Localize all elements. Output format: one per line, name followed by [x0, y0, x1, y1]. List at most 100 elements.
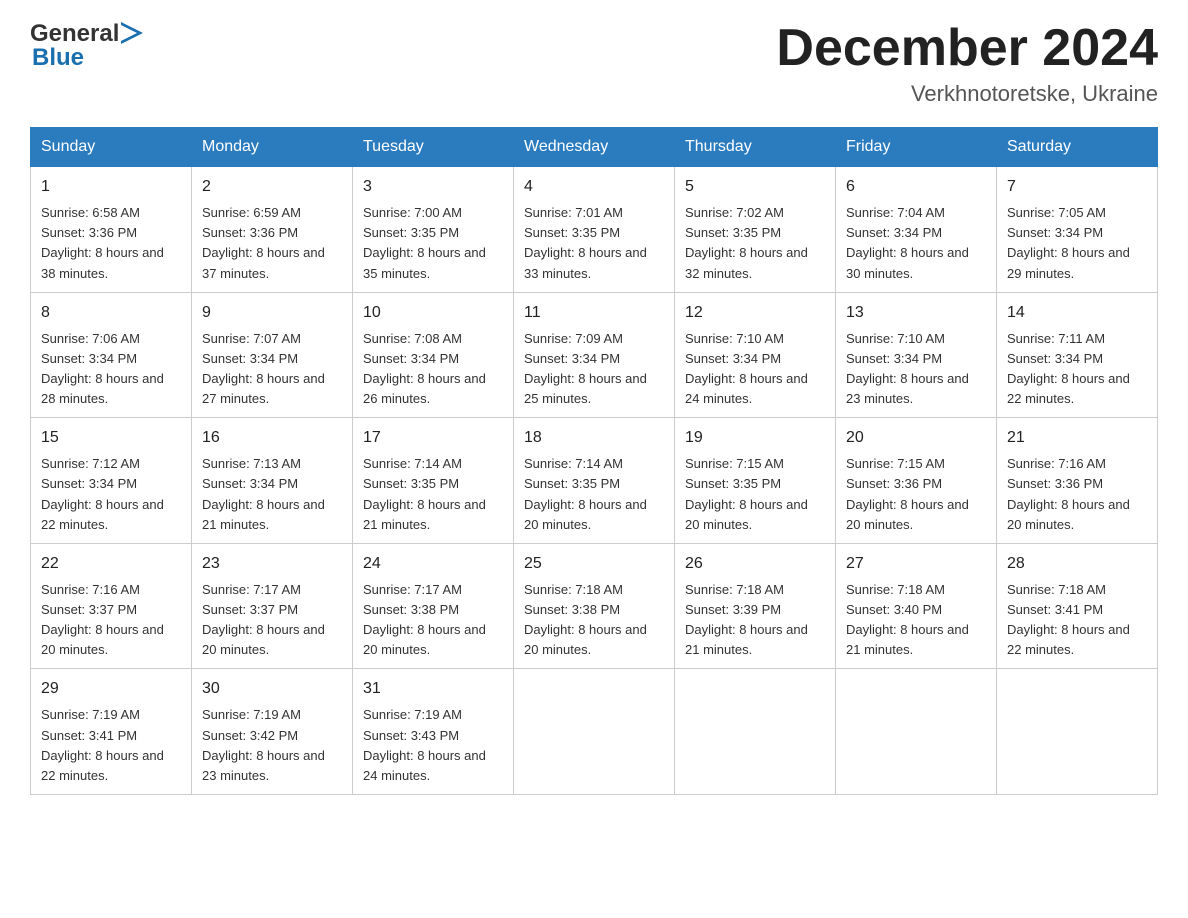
table-row: 14 Sunrise: 7:11 AMSunset: 3:34 PMDayligh… [997, 292, 1158, 418]
day-number: 13 [846, 301, 986, 325]
day-number: 24 [363, 552, 503, 576]
day-info: Sunrise: 6:59 AMSunset: 3:36 PMDaylight:… [202, 205, 325, 280]
day-info: Sunrise: 7:18 AMSunset: 3:41 PMDaylight:… [1007, 582, 1130, 657]
table-row: 2 Sunrise: 6:59 AMSunset: 3:36 PMDaylight… [192, 167, 353, 293]
table-row: 20 Sunrise: 7:15 AMSunset: 3:36 PMDayligh… [836, 418, 997, 544]
col-friday: Friday [836, 128, 997, 167]
day-number: 23 [202, 552, 342, 576]
day-number: 10 [363, 301, 503, 325]
day-number: 27 [846, 552, 986, 576]
day-info: Sunrise: 7:18 AMSunset: 3:40 PMDaylight:… [846, 582, 969, 657]
table-row: 6 Sunrise: 7:04 AMSunset: 3:34 PMDaylight… [836, 167, 997, 293]
day-number: 22 [41, 552, 181, 576]
table-row: 22 Sunrise: 7:16 AMSunset: 3:37 PMDayligh… [31, 543, 192, 669]
calendar-week-row: 29 Sunrise: 7:19 AMSunset: 3:41 PMDayligh… [31, 669, 1158, 795]
day-info: Sunrise: 7:19 AMSunset: 3:42 PMDaylight:… [202, 707, 325, 782]
logo-blue-text: Blue [32, 44, 84, 72]
day-number: 14 [1007, 301, 1147, 325]
day-info: Sunrise: 7:09 AMSunset: 3:34 PMDaylight:… [524, 331, 647, 406]
day-number: 20 [846, 426, 986, 450]
day-number: 3 [363, 175, 503, 199]
table-row: 29 Sunrise: 7:19 AMSunset: 3:41 PMDayligh… [31, 669, 192, 795]
day-info: Sunrise: 7:13 AMSunset: 3:34 PMDaylight:… [202, 456, 325, 531]
day-info: Sunrise: 7:17 AMSunset: 3:38 PMDaylight:… [363, 582, 486, 657]
day-info: Sunrise: 7:14 AMSunset: 3:35 PMDaylight:… [524, 456, 647, 531]
day-info: Sunrise: 7:00 AMSunset: 3:35 PMDaylight:… [363, 205, 486, 280]
table-row: 7Sunrise: 7:05 AMSunset: 3:34 PMDaylight… [997, 167, 1158, 293]
day-info: Sunrise: 7:16 AMSunset: 3:36 PMDaylight:… [1007, 456, 1130, 531]
day-number: 19 [685, 426, 825, 450]
calendar-week-row: 15 Sunrise: 7:12 AMSunset: 3:34 PMDayligh… [31, 418, 1158, 544]
day-info: Sunrise: 7:10 AMSunset: 3:34 PMDaylight:… [846, 331, 969, 406]
table-row: 16 Sunrise: 7:13 AMSunset: 3:34 PMDayligh… [192, 418, 353, 544]
calendar-table: Sunday Monday Tuesday Wednesday Thursday… [30, 127, 1158, 795]
day-number: 2 [202, 175, 342, 199]
day-info: Sunrise: 7:06 AMSunset: 3:34 PMDaylight:… [41, 331, 164, 406]
day-number: 21 [1007, 426, 1147, 450]
day-info: Sunrise: 7:19 AMSunset: 3:41 PMDaylight:… [41, 707, 164, 782]
day-number: 1 [41, 175, 181, 199]
table-row: 25Sunrise: 7:18 AMSunset: 3:38 PMDayligh… [514, 543, 675, 669]
day-info: Sunrise: 7:15 AMSunset: 3:35 PMDaylight:… [685, 456, 808, 531]
day-info: Sunrise: 7:01 AMSunset: 3:35 PMDaylight:… [524, 205, 647, 280]
calendar-week-row: 1 Sunrise: 6:58 AMSunset: 3:36 PMDaylight… [31, 167, 1158, 293]
day-number: 4 [524, 175, 664, 199]
day-info: Sunrise: 7:11 AMSunset: 3:34 PMDaylight:… [1007, 331, 1130, 406]
day-info: Sunrise: 7:12 AMSunset: 3:34 PMDaylight:… [41, 456, 164, 531]
table-row: 23 Sunrise: 7:17 AMSunset: 3:37 PMDayligh… [192, 543, 353, 669]
day-number: 6 [846, 175, 986, 199]
day-number: 29 [41, 677, 181, 701]
day-number: 30 [202, 677, 342, 701]
day-number: 9 [202, 301, 342, 325]
table-row: 21 Sunrise: 7:16 AMSunset: 3:36 PMDayligh… [997, 418, 1158, 544]
day-info: Sunrise: 7:07 AMSunset: 3:34 PMDaylight:… [202, 331, 325, 406]
table-row: 5Sunrise: 7:02 AMSunset: 3:35 PMDaylight… [675, 167, 836, 293]
day-info: Sunrise: 7:17 AMSunset: 3:37 PMDaylight:… [202, 582, 325, 657]
table-row: 17Sunrise: 7:14 AMSunset: 3:35 PMDayligh… [353, 418, 514, 544]
day-info: Sunrise: 6:58 AMSunset: 3:36 PMDaylight:… [41, 205, 164, 280]
col-saturday: Saturday [997, 128, 1158, 167]
day-number: 17 [363, 426, 503, 450]
table-row: 18 Sunrise: 7:14 AMSunset: 3:35 PMDayligh… [514, 418, 675, 544]
table-row: 19 Sunrise: 7:15 AMSunset: 3:35 PMDayligh… [675, 418, 836, 544]
day-number: 16 [202, 426, 342, 450]
table-row: 30 Sunrise: 7:19 AMSunset: 3:42 PMDayligh… [192, 669, 353, 795]
table-row: 9 Sunrise: 7:07 AMSunset: 3:34 PMDaylight… [192, 292, 353, 418]
day-number: 11 [524, 301, 664, 325]
table-row: 28 Sunrise: 7:18 AMSunset: 3:41 PMDayligh… [997, 543, 1158, 669]
table-row [514, 669, 675, 795]
col-wednesday: Wednesday [514, 128, 675, 167]
logo-arrow-icon [121, 22, 149, 44]
col-tuesday: Tuesday [353, 128, 514, 167]
day-number: 15 [41, 426, 181, 450]
day-info: Sunrise: 7:18 AMSunset: 3:39 PMDaylight:… [685, 582, 808, 657]
table-row: 13 Sunrise: 7:10 AMSunset: 3:34 PMDayligh… [836, 292, 997, 418]
day-info: Sunrise: 7:05 AMSunset: 3:34 PMDaylight:… [1007, 205, 1130, 280]
col-thursday: Thursday [675, 128, 836, 167]
table-row [997, 669, 1158, 795]
table-row [675, 669, 836, 795]
table-row: 11 Sunrise: 7:09 AMSunset: 3:34 PMDayligh… [514, 292, 675, 418]
day-info: Sunrise: 7:02 AMSunset: 3:35 PMDaylight:… [685, 205, 808, 280]
day-number: 18 [524, 426, 664, 450]
day-info: Sunrise: 7:15 AMSunset: 3:36 PMDaylight:… [846, 456, 969, 531]
day-info: Sunrise: 7:04 AMSunset: 3:34 PMDaylight:… [846, 205, 969, 280]
table-row: 8Sunrise: 7:06 AMSunset: 3:34 PMDaylight… [31, 292, 192, 418]
day-number: 28 [1007, 552, 1147, 576]
table-row: 27 Sunrise: 7:18 AMSunset: 3:40 PMDayligh… [836, 543, 997, 669]
table-row [836, 669, 997, 795]
day-info: Sunrise: 7:10 AMSunset: 3:34 PMDaylight:… [685, 331, 808, 406]
table-row: 15 Sunrise: 7:12 AMSunset: 3:34 PMDayligh… [31, 418, 192, 544]
table-row: 26 Sunrise: 7:18 AMSunset: 3:39 PMDayligh… [675, 543, 836, 669]
day-info: Sunrise: 7:08 AMSunset: 3:34 PMDaylight:… [363, 331, 486, 406]
calendar-week-row: 22 Sunrise: 7:16 AMSunset: 3:37 PMDayligh… [31, 543, 1158, 669]
day-info: Sunrise: 7:16 AMSunset: 3:37 PMDaylight:… [41, 582, 164, 657]
calendar-header-row: Sunday Monday Tuesday Wednesday Thursday… [31, 128, 1158, 167]
table-row: 10 Sunrise: 7:08 AMSunset: 3:34 PMDayligh… [353, 292, 514, 418]
table-row: 24 Sunrise: 7:17 AMSunset: 3:38 PMDayligh… [353, 543, 514, 669]
day-info: Sunrise: 7:19 AMSunset: 3:43 PMDaylight:… [363, 707, 486, 782]
table-row: 12Sunrise: 7:10 AMSunset: 3:34 PMDayligh… [675, 292, 836, 418]
day-number: 26 [685, 552, 825, 576]
day-info: Sunrise: 7:18 AMSunset: 3:38 PMDaylight:… [524, 582, 647, 657]
table-row: 31Sunrise: 7:19 AMSunset: 3:43 PMDayligh… [353, 669, 514, 795]
